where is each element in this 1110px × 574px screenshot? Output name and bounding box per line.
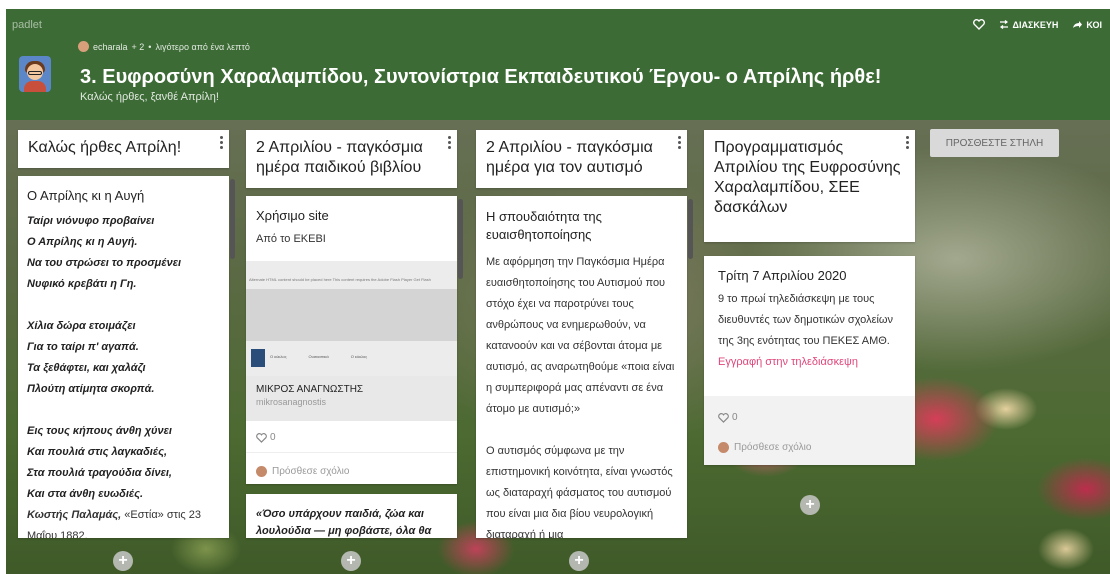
- more-options-icon[interactable]: [220, 136, 223, 149]
- poem-line: Να του στρώσει το προσμένει: [27, 257, 182, 269]
- poem-line: Ταίρι νιόνυφο προβαίνει: [27, 215, 155, 227]
- heart-icon[interactable]: [972, 19, 985, 30]
- column-title: Προγραμματισμός Απριλίου της Ευφροσύνης …: [714, 139, 901, 216]
- post-card[interactable]: Χρήσιμο site Από το ΕΚΕΒΙ Alternate HTML…: [246, 196, 457, 484]
- post-paragraph: Ο αυτισμός σύμφωνα με την επιστημονική κ…: [486, 445, 673, 538]
- column-title: Καλώς ήρθες Απρίλη!: [28, 139, 182, 156]
- scrollbar[interactable]: [230, 179, 235, 259]
- poem-line: Τα ξεθάφτει, και χαλάζι: [27, 362, 146, 374]
- post-card[interactable]: Τρίτη 7 Απριλίου 2020 9 το πρωί τηλεδιάσ…: [704, 256, 915, 465]
- poem-line: Στα πουλιά τραγούδια δίνει,: [27, 467, 172, 479]
- post-body: Από το ΕΚΕΒΙ: [256, 233, 326, 245]
- like-button[interactable]: 0: [256, 432, 276, 443]
- post-title: Ο Απρίλης κι η Αυγή: [27, 188, 145, 203]
- more-options-icon[interactable]: [906, 136, 909, 149]
- commenter-avatar: [718, 442, 729, 453]
- add-post-button[interactable]: +: [569, 551, 589, 571]
- add-post-button[interactable]: +: [800, 495, 820, 515]
- post-title: Τρίτη 7 Απριλίου 2020: [718, 268, 847, 283]
- top-actions: ΔΙΑΣΚΕΥΗ ΚΟΙ: [972, 19, 1102, 30]
- embed-nav-item[interactable]: Ο κύκλος: [270, 354, 287, 359]
- poem-line: Για το ταίρι π' αγαπά.: [27, 341, 139, 353]
- post-title: Η σπουδαιότητα της ευαισθητοποίησης: [486, 209, 602, 242]
- board-canvas: padlet ΔΙΑΣΚΕΥΗ ΚΟΙ echarala + 2 • λιγότ…: [6, 9, 1110, 574]
- board-header: padlet ΔΙΑΣΚΕΥΗ ΚΟΙ echarala + 2 • λιγότ…: [6, 9, 1110, 120]
- board-avatar: [19, 56, 51, 92]
- post-title: Χρήσιμο site: [256, 208, 329, 223]
- poem-line: Και στα άνθη ευωδιές.: [27, 488, 144, 500]
- column-header[interactable]: Καλώς ήρθες Απρίλη!: [18, 130, 229, 168]
- embed-nav-item[interactable]: Ο κύκλος: [351, 354, 368, 359]
- poem-line: Ο Απρίλης κι η Αυγή.: [27, 236, 138, 248]
- more-options-icon[interactable]: [678, 136, 681, 149]
- post-card[interactable]: Ο Απρίλης κι η Αυγή Ταίρι νιόνυφο προβαί…: [18, 176, 229, 538]
- divider: [246, 452, 457, 453]
- like-button[interactable]: 0: [718, 412, 738, 423]
- column-header[interactable]: 2 Απριλίου - παγκόσμια ημέρα παιδικού βι…: [246, 130, 457, 188]
- poem-author: Κωστής Παλαμάς,: [27, 509, 122, 521]
- like-count: 0: [270, 432, 276, 443]
- comment-input[interactable]: Πρόσθεσε σχόλιο: [718, 442, 811, 453]
- link-domain: mikrosanagnostis: [256, 397, 327, 407]
- column-header[interactable]: Προγραμματισμός Απριλίου της Ευφροσύνης …: [704, 130, 915, 242]
- embed-nav: Ο κύκλος Ουσιαστικά Ο κύκλος: [270, 354, 367, 359]
- post-card[interactable]: Η σπουδαιότητα της ευαισθητοποίησης Με α…: [476, 196, 687, 538]
- scrollbar[interactable]: [458, 199, 463, 279]
- post-footer: [704, 396, 915, 465]
- share-label: ΚΟΙ: [1086, 19, 1102, 30]
- board-title: 3. Ευφροσύνη Χαραλαμπίδου, Συντονίστρια …: [80, 66, 882, 88]
- registration-link[interactable]: Εγγραφή στην τηλεδιάσκεψη: [718, 352, 901, 373]
- heart-icon: [718, 412, 729, 423]
- poem-line: Εις τους κήπους άνθη χύνει: [27, 425, 172, 437]
- embed-nav-item[interactable]: Ουσιαστικά: [309, 354, 329, 359]
- share-icon: [1073, 21, 1083, 28]
- author-avatar: [78, 41, 89, 52]
- padlet-logo[interactable]: padlet: [12, 19, 42, 31]
- author-name[interactable]: echarala: [93, 42, 128, 52]
- scrollbar[interactable]: [688, 199, 693, 259]
- post-body: 9 το πρωί τηλεδιάσκεψη με τους διευθυντέ…: [718, 293, 894, 347]
- review-label: ΔΙΑΣΚΕΥΗ: [1012, 19, 1059, 30]
- more-options-icon[interactable]: [448, 136, 451, 149]
- poem-source: «Εστία» στις 23: [124, 509, 202, 521]
- updated-time: λιγότερο από ένα λεπτό: [155, 41, 250, 52]
- poem-date: Μαΐου 1882.: [27, 530, 88, 538]
- flash-embed[interactable]: Alternate HTML content should be placed …: [246, 261, 457, 376]
- post-paragraph: Με αφόρμηση την Παγκόσμια Ημέρα ευαισθητ…: [486, 256, 675, 415]
- review-button[interactable]: ΔΙΑΣΚΕΥΗ: [999, 19, 1059, 30]
- quote-line: «Όσο υπάρχουν παιδιά, ζώα και: [256, 508, 424, 520]
- like-count: 0: [732, 412, 738, 423]
- comment-placeholder: Πρόσθεσε σχόλιο: [272, 466, 350, 477]
- column-header[interactable]: 2 Απριλίου - παγκόσμια ημέρα για τον αυτ…: [476, 130, 687, 188]
- link-title: ΜΙΚΡΟΣ ΑΝΑΓΝΩΣΤΗΣ: [256, 384, 364, 395]
- remix-icon: [999, 20, 1008, 29]
- heart-icon: [256, 432, 267, 443]
- add-column-button[interactable]: ΠΡΟΣΘΕΣΤΕ ΣΤΗΛΗ: [930, 129, 1059, 157]
- commenter-avatar: [256, 466, 267, 477]
- poem-spacer: [27, 400, 220, 421]
- comment-input[interactable]: Πρόσθεσε σχόλιο: [256, 466, 349, 477]
- poem-line: Και πουλιά στις λαγκαδιές,: [27, 446, 168, 458]
- add-post-button[interactable]: +: [341, 551, 361, 571]
- poem-credit: Κωστής Παλαμάς, «Εστία» στις 23: [27, 505, 220, 526]
- add-post-button[interactable]: +: [113, 551, 133, 571]
- link-preview[interactable]: ΜΙΚΡΟΣ ΑΝΑΓΝΩΣΤΗΣ mikrosanagnostis: [246, 376, 457, 421]
- column-title: 2 Απριλίου - παγκόσμια ημέρα για τον αυτ…: [486, 139, 653, 176]
- post-card[interactable]: «Όσο υπάρχουν παιδιά, ζώα και λουλούδια …: [246, 494, 457, 538]
- embed-placeholder: [246, 289, 457, 341]
- share-button[interactable]: ΚΟΙ: [1072, 20, 1102, 30]
- comment-placeholder: Πρόσθεσε σχόλιο: [734, 442, 812, 453]
- poem-spacer: [27, 295, 220, 316]
- poem-line: Πλούτη ατίμητα σκορπά.: [27, 383, 155, 395]
- board-meta: echarala + 2 • λιγότερο από ένα λεπτό: [78, 41, 250, 52]
- embed-notice: Alternate HTML content should be placed …: [249, 277, 431, 282]
- column-title: 2 Απριλίου - παγκόσμια ημέρα παιδικού βι…: [256, 139, 423, 176]
- poem-line: Χίλια δώρα ετοιμάζει: [27, 320, 136, 332]
- embed-logo: [251, 349, 265, 367]
- poem-line: Νυφικό κρεβάτι η Γη.: [27, 278, 137, 290]
- contributors-count: + 2: [131, 41, 145, 52]
- quote-line: λουλούδια — μη φοβάστε, όλα θα: [256, 525, 432, 537]
- board-subtitle: Καλώς ήρθες, ξανθέ Απρίλη!: [80, 91, 219, 103]
